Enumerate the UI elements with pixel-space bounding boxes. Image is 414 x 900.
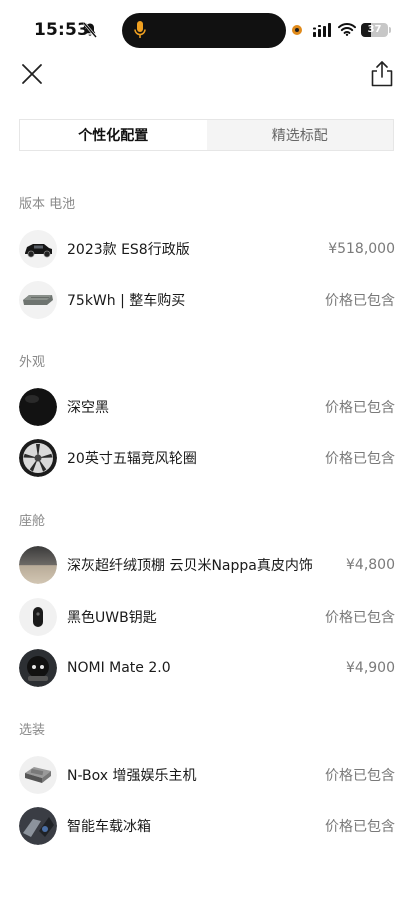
share-button[interactable] [368, 59, 396, 89]
list-item[interactable]: 2023款 ES8行政版 ¥518,000 [19, 229, 395, 269]
wheel-thumbnail [19, 439, 57, 477]
status-time: 15:53 [34, 20, 90, 40]
list-item[interactable]: N-Box 增强娱乐主机 价格已包含 [19, 755, 395, 795]
color-swatch-black [19, 388, 57, 426]
wifi-icon [338, 23, 356, 36]
section-title-options: 选装 [19, 723, 46, 738]
list-item-label: 20英寸五辐竞风轮圈 [67, 451, 197, 467]
list-item[interactable]: 黑色UWB钥匙 价格已包含 [19, 597, 395, 637]
fridge-thumbnail [19, 807, 57, 845]
dynamic-island [122, 13, 286, 48]
list-item[interactable]: 深灰超纤绒顶棚 云贝米Nappa真皮内饰 ¥4,800 [19, 545, 395, 585]
close-button[interactable] [18, 60, 46, 88]
section-title-version-battery: 版本 电池 [19, 197, 76, 212]
list-item[interactable]: 20英寸五辐竞风轮圈 价格已包含 [19, 438, 395, 478]
config-tabs: 个性化配置 精选标配 [19, 119, 394, 151]
list-item-label: N-Box 增强娱乐主机 [67, 768, 197, 784]
list-item[interactable]: 智能车载冰箱 价格已包含 [19, 806, 395, 846]
list-item[interactable]: 75kWh | 整车购买 价格已包含 [19, 280, 395, 320]
list-item-price: 价格已包含 [325, 819, 395, 835]
list-item-price: ¥4,800 [346, 557, 395, 573]
list-item-label: NOMI Mate 2.0 [67, 660, 171, 676]
list-item-price: ¥4,900 [346, 660, 395, 676]
list-item[interactable]: 深空黑 价格已包含 [19, 387, 395, 427]
list-item-price: 价格已包含 [325, 400, 395, 416]
battery-icon: 37 [361, 23, 388, 37]
interior-thumbnail [19, 546, 57, 584]
list-item-label: 黑色UWB钥匙 [67, 610, 157, 626]
list-item-label: 深灰超纤绒顶棚 云贝米Nappa真皮内饰 [67, 558, 313, 574]
key-fob-thumbnail [19, 598, 57, 636]
bell-off-icon [83, 22, 97, 38]
tab-featured-standard[interactable]: 精选标配 [207, 120, 394, 150]
battery-tip [389, 27, 391, 33]
list-item[interactable]: NOMI Mate 2.0 ¥4,900 [19, 648, 395, 688]
list-item-label: 2023款 ES8行政版 [67, 242, 190, 258]
battery-percentage: 37 [367, 24, 382, 35]
list-item-label: 深空黑 [67, 400, 109, 416]
microphone-icon [134, 21, 146, 38]
list-item-price: ¥518,000 [328, 241, 395, 257]
list-item-label: 智能车载冰箱 [67, 819, 151, 835]
nbox-thumbnail [19, 756, 57, 794]
tab-custom-config[interactable]: 个性化配置 [20, 120, 207, 150]
list-item-price: 价格已包含 [325, 610, 395, 626]
list-item-price: 价格已包含 [325, 293, 395, 309]
list-item-price: 价格已包含 [325, 768, 395, 784]
status-bar: 15:53 37 [0, 0, 414, 60]
list-item-price: 价格已包含 [325, 451, 395, 467]
car-thumbnail [19, 230, 57, 268]
cellular-signal-icon [313, 23, 331, 37]
camera-indicator-icon [292, 25, 302, 35]
nomi-thumbnail [19, 649, 57, 687]
battery-thumbnail [19, 281, 57, 319]
list-item-label: 75kWh | 整车购买 [67, 293, 186, 309]
section-title-cabin: 座舱 [19, 514, 46, 529]
section-title-exterior: 外观 [19, 355, 46, 370]
